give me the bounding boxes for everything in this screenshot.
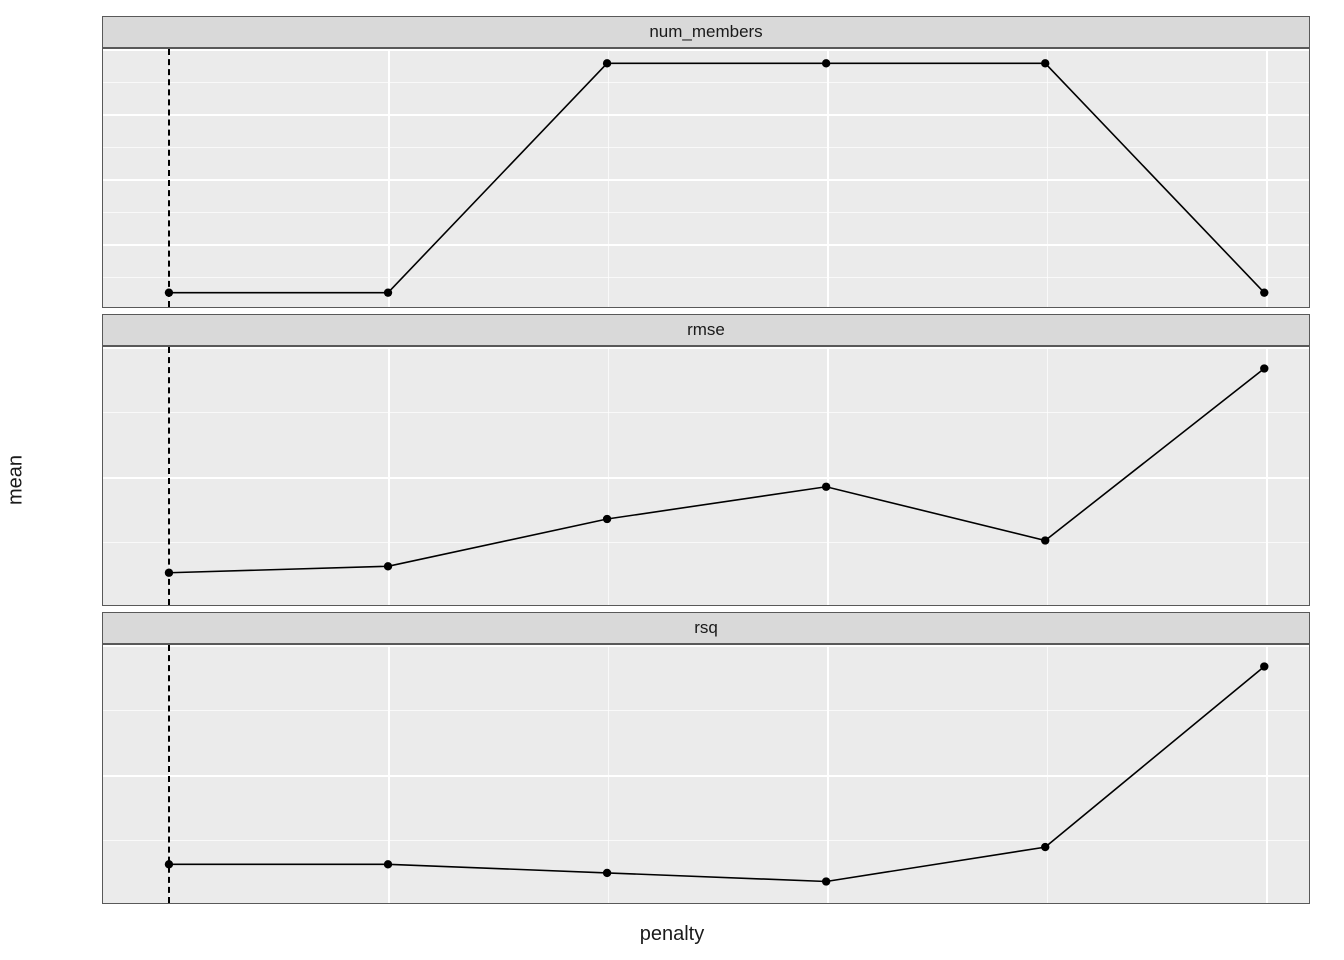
facet-panel: 5.725.745.765.785.80	[102, 48, 1310, 308]
x-tick-label: 1e-03	[808, 903, 846, 904]
x-axis-title: penalty	[640, 923, 705, 946]
facet-panel: 0.94210.94210.94211e-051e-031e-01	[102, 644, 1310, 904]
y-axis-title: mean	[5, 455, 28, 505]
facet-strip: rmse	[102, 314, 1310, 346]
facet-strip: num_members	[102, 16, 1310, 48]
x-tick-label: 1e-05	[369, 903, 407, 904]
facet-rsq: rsq0.94210.94210.94211e-051e-031e-01	[102, 612, 1310, 904]
plot-column: num_members5.725.745.765.785.80rmse3.997…	[102, 16, 1310, 910]
series-num_members	[103, 49, 1309, 307]
facet-rmse: rmse3.9973.9973.997	[102, 314, 1310, 606]
facet-num_members: num_members5.725.745.765.785.80	[102, 16, 1310, 308]
facet-panel: 3.9973.9973.997	[102, 346, 1310, 606]
series-rmse	[103, 347, 1309, 605]
x-tick-label: 1e-01	[1247, 903, 1285, 904]
facet-strip: rsq	[102, 612, 1310, 644]
series-rsq	[103, 645, 1309, 903]
faceted-line-chart: mean penalty num_members5.725.745.765.78…	[10, 10, 1334, 950]
